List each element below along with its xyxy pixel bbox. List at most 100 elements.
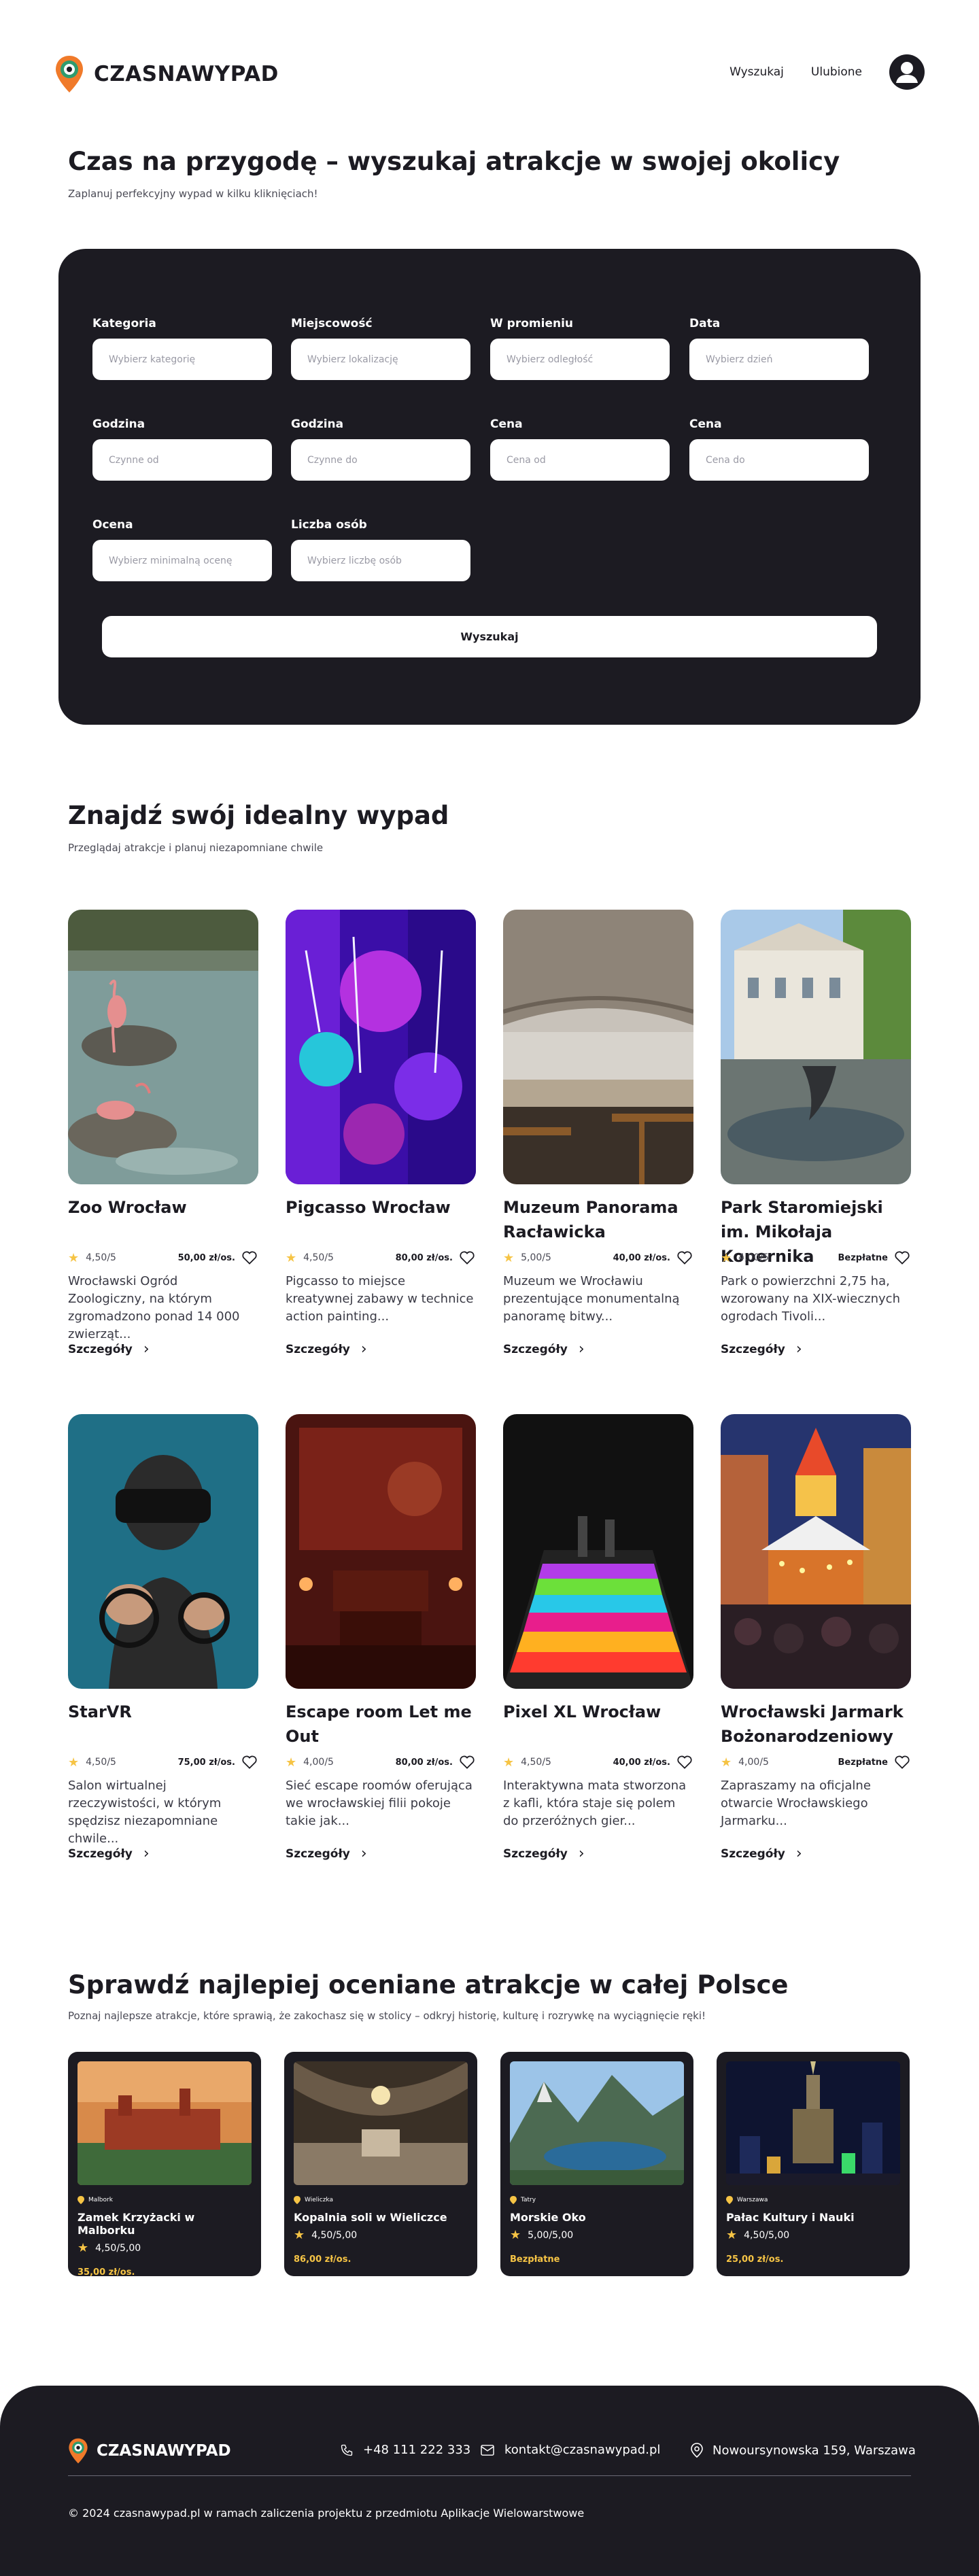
footer-email[interactable]: kontakt@czasnawypad.pl: [480, 2443, 660, 2457]
star-icon: ★: [286, 1755, 297, 1770]
details-link[interactable]: Szczegóły ›: [721, 1845, 911, 1862]
top-attraction-image-wieliczka[interactable]: [294, 2061, 468, 2185]
details-label: Szczegóły: [721, 1342, 785, 1356]
rating-value: 5,00/5,00: [528, 2229, 574, 2241]
rating-value: 4,50/5,00: [95, 2242, 141, 2254]
open-to-input[interactable]: Czynne do: [291, 439, 470, 481]
attraction-title[interactable]: Pigcasso Wrocław: [286, 1195, 476, 1244]
attraction-meta: ★ 4,00/5 80,00 zł/os.: [286, 1749, 476, 1776]
open-from-input[interactable]: Czynne od: [92, 439, 272, 481]
section-title-top: Sprawdź najlepiej oceniane atrakcje w ca…: [68, 1970, 789, 1999]
field-label: Ocena: [92, 518, 133, 532]
attraction-title[interactable]: Pixel XL Wrocław: [503, 1700, 693, 1749]
nav-search-link[interactable]: Wyszukaj: [729, 65, 784, 79]
top-attraction-title[interactable]: Pałac Kultury i Nauki: [726, 2211, 900, 2224]
heart-icon[interactable]: [241, 1753, 258, 1771]
attraction-title[interactable]: Wrocławski Jarmark Bożonarodzeniowy: [721, 1700, 911, 1749]
star-icon: ★: [68, 1755, 80, 1770]
attraction-title[interactable]: Park Staromiejski im. Mikołaja Kopernika: [721, 1195, 911, 1266]
top-attraction-image-palace[interactable]: [726, 2061, 900, 2185]
price-from-input[interactable]: Cena od: [490, 439, 670, 481]
attraction-image-escape-room[interactable]: [286, 1414, 476, 1689]
heart-icon[interactable]: [893, 1753, 911, 1771]
footer-brand-name: CZASNAWYPAD: [97, 2442, 231, 2460]
top-attraction-title[interactable]: Zamek Krzyżacki w Malborku: [78, 2211, 252, 2237]
attraction-card[interactable]: Zoo Wrocław ★ 4,50/5 50,00 zł/os. Wrocław…: [68, 910, 258, 1358]
attraction-title[interactable]: Zoo Wrocław: [68, 1195, 258, 1244]
details-link[interactable]: Szczegóły ›: [503, 1341, 693, 1358]
footer-logo[interactable]: CZASNAWYPAD: [68, 2437, 231, 2465]
date-picker[interactable]: Wybierz dzień: [689, 339, 869, 380]
details-link[interactable]: Szczegóły ›: [286, 1845, 476, 1862]
logo[interactable]: CZASNAWYPAD: [54, 54, 279, 94]
top-attraction-image-morskie-oko[interactable]: [510, 2061, 684, 2185]
attraction-title[interactable]: Muzeum Panorama Racławicka: [503, 1195, 693, 1244]
details-label: Szczegóły: [68, 1847, 133, 1861]
star-icon: ★: [503, 1250, 515, 1265]
heart-icon[interactable]: [893, 1249, 911, 1267]
attraction-card[interactable]: StarVR ★ 4,50/5 75,00 zł/os. Salon wirtua…: [68, 1414, 258, 1862]
attraction-description: Pigcasso to miejsce kreatywnej zabawy w …: [286, 1274, 474, 1324]
top-attraction-card[interactable]: Warszawa Pałac Kultury i Nauki ★ 4,50/5,0…: [717, 2052, 910, 2276]
attraction-title[interactable]: StarVR: [68, 1700, 258, 1749]
attraction-image-christmas-market[interactable]: [721, 1414, 911, 1689]
attraction-rating: ★ 4,00/5: [286, 1755, 334, 1770]
top-attraction-card[interactable]: Malbork Zamek Krzyżacki w Malborku ★ 4,50…: [68, 2052, 261, 2278]
heart-icon[interactable]: [458, 1249, 476, 1267]
attraction-image-starvr[interactable]: [68, 1414, 258, 1689]
field-label: Liczba osób: [291, 518, 367, 532]
map-pin-icon: [78, 2196, 84, 2204]
attraction-card[interactable]: Escape room Let me Out ★ 4,00/5 80,00 zł/…: [286, 1414, 476, 1862]
attraction-card[interactable]: Muzeum Panorama Racławicka ★ 5,00/5 40,00…: [503, 910, 693, 1358]
people-select[interactable]: Wybierz liczbę osób: [291, 540, 470, 581]
attraction-card[interactable]: Park Staromiejski im. Mikołaja Kopernika…: [721, 910, 911, 1358]
top-attraction-title[interactable]: Morskie Oko: [510, 2211, 684, 2224]
top-attraction-card[interactable]: Tatry Morskie Oko ★ 5,00/5,00 Bezpłatne: [500, 2052, 693, 2276]
top-attraction-card[interactable]: Wieliczka Kopalnia soli w Wieliczce ★ 4,5…: [284, 2052, 477, 2276]
top-attraction-image-malbork[interactable]: [78, 2061, 252, 2185]
field-open-from: Godzina Czynne od: [92, 417, 272, 481]
heart-icon[interactable]: [676, 1249, 693, 1267]
attraction-description: Park o powierzchni 2,75 ha, wzorowany na…: [721, 1274, 900, 1324]
details-link[interactable]: Szczegóły ›: [503, 1845, 693, 1862]
price-to-input[interactable]: Cena do: [689, 439, 869, 481]
location-select[interactable]: Wybierz lokalizację: [291, 339, 470, 380]
heart-icon[interactable]: [458, 1753, 476, 1771]
attraction-meta: ★ 4,50/5 50,00 zł/os.: [68, 1244, 258, 1271]
rating-select[interactable]: Wybierz minimalną ocenę: [92, 540, 272, 581]
attraction-title[interactable]: Escape room Let me Out: [286, 1700, 476, 1749]
attraction-card[interactable]: Pigcasso Wrocław ★ 4,50/5 80,00 zł/os. Pi…: [286, 910, 476, 1358]
attraction-card[interactable]: Pixel XL Wrocław ★ 4,50/5 40,00 zł/os. In…: [503, 1414, 693, 1862]
field-open-to: Godzina Czynne do: [291, 417, 470, 481]
category-select[interactable]: Wybierz kategorię: [92, 339, 272, 380]
attraction-image-zoo[interactable]: [68, 910, 258, 1184]
search-panel: Kategoria Wybierz kategorię Miejscowość …: [58, 249, 921, 725]
user-avatar-icon[interactable]: [889, 54, 925, 90]
heart-icon[interactable]: [676, 1753, 693, 1771]
search-button[interactable]: Wyszukaj: [102, 616, 877, 657]
nav-favorites-link[interactable]: Ulubione: [811, 65, 862, 79]
attraction-image-pixel-xl[interactable]: [503, 1414, 693, 1689]
attraction-image-pigcasso[interactable]: [286, 910, 476, 1184]
attraction-price: 40,00 zł/os.: [613, 1252, 670, 1263]
footer-phone[interactable]: +48 111 222 333: [340, 2443, 470, 2457]
top-attraction-title[interactable]: Kopalnia soli w Wieliczce: [294, 2211, 468, 2224]
details-link[interactable]: Szczegóły ›: [68, 1845, 258, 1862]
details-link[interactable]: Szczegóły ›: [68, 1341, 258, 1358]
heart-icon[interactable]: [241, 1249, 258, 1267]
details-link[interactable]: Szczegóły ›: [286, 1341, 476, 1358]
attraction-image-park[interactable]: [721, 910, 911, 1184]
location-label: Tatry: [521, 2197, 536, 2203]
field-label: Data: [689, 317, 721, 330]
attraction-meta: ★ 4,50/5 40,00 zł/os.: [503, 1749, 693, 1776]
footer: CZASNAWYPAD +48 111 222 333 kontakt@czas…: [0, 2386, 979, 2576]
attraction-image-panorama[interactable]: [503, 910, 693, 1184]
details-link[interactable]: Szczegóły ›: [721, 1341, 911, 1358]
top-attraction-rating: ★ 4,50/5,00: [294, 2228, 468, 2242]
radius-select[interactable]: Wybierz odległość: [490, 339, 670, 380]
attraction-price: 80,00 zł/os.: [395, 1757, 453, 1768]
top-attraction-price: 25,00 zł/os.: [726, 2254, 784, 2265]
rating-value: 4,50/5: [521, 1757, 551, 1768]
map-pin-icon: [294, 2196, 300, 2204]
attraction-card[interactable]: Wrocławski Jarmark Bożonarodzeniowy ★ 4,0…: [721, 1414, 911, 1862]
